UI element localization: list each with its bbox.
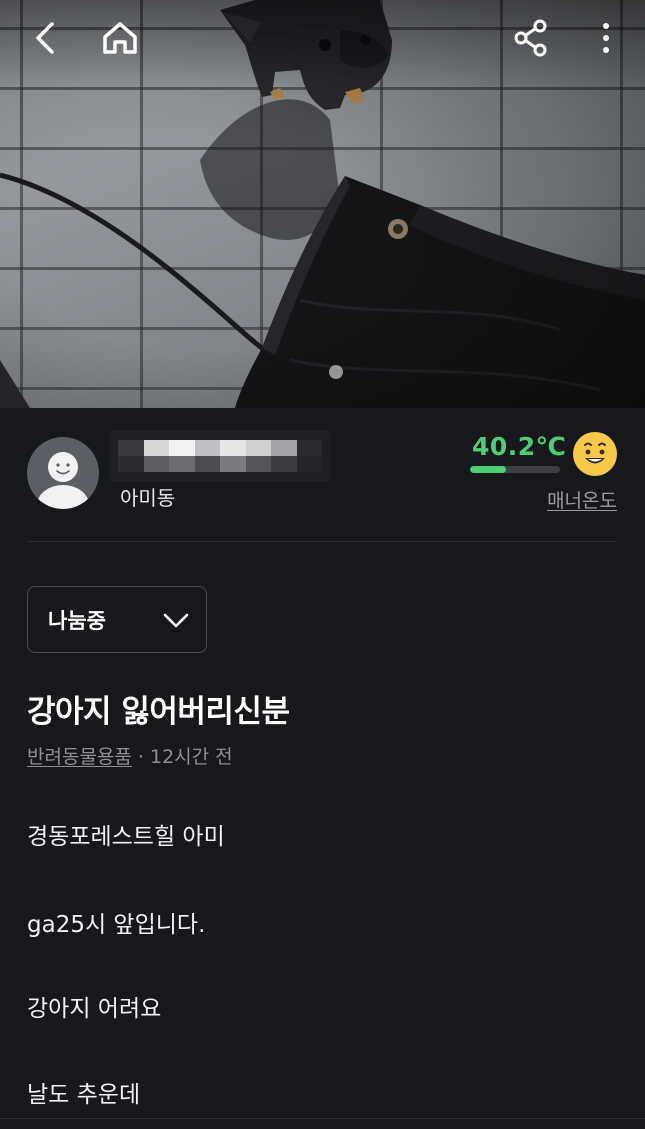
more-vertical-icon — [603, 23, 609, 53]
manner-temperature-link[interactable]: 매너온도 — [547, 486, 617, 513]
carousel-indicator — [329, 365, 343, 379]
post-title: 강아지 잃어버리신분 — [27, 694, 290, 730]
manner-temperature-bar — [470, 466, 560, 473]
category-link[interactable]: 반려동물용품 — [27, 746, 132, 768]
more-options-button[interactable] — [582, 14, 630, 62]
share-button[interactable] — [507, 14, 555, 62]
back-button[interactable] — [22, 14, 70, 62]
post-body-line: 경동포레스트힐 아미 — [27, 824, 225, 850]
manner-temperature-fill — [470, 466, 506, 473]
chevron-down-icon — [163, 613, 189, 627]
post-photo[interactable] — [0, 0, 645, 408]
post-meta: 반려동물용품 · 12시간 전 — [27, 742, 233, 769]
home-icon — [103, 22, 137, 54]
default-profile-icon — [37, 452, 89, 509]
home-button[interactable] — [96, 14, 144, 62]
section-divider — [27, 541, 617, 542]
bottom-divider — [0, 1118, 645, 1119]
seller-nickname-blurred[interactable] — [110, 430, 330, 482]
chevron-left-icon — [36, 22, 54, 54]
smile-face-icon — [573, 432, 617, 476]
share-icon — [514, 19, 547, 57]
post-body-line: 날도 추운데 — [27, 1082, 141, 1108]
seller-avatar[interactable] — [27, 437, 99, 509]
product-detail-page: 아미동 40.2℃ 매너온도 나눔중 강아지 잃어버리신분 반려동물용품 · 1… — [0, 0, 645, 1129]
post-body-line: 강아지 어려요 — [27, 996, 162, 1022]
post-time: · 12시간 전 — [131, 746, 233, 768]
post-body-line: ga25시 앞입니다. — [27, 912, 206, 938]
status-selected-value: 나눔중 — [48, 608, 106, 633]
seller-location: 아미동 — [120, 486, 176, 510]
status-dropdown[interactable]: 나눔중 — [27, 586, 207, 653]
manner-temperature: 40.2℃ — [472, 432, 567, 461]
